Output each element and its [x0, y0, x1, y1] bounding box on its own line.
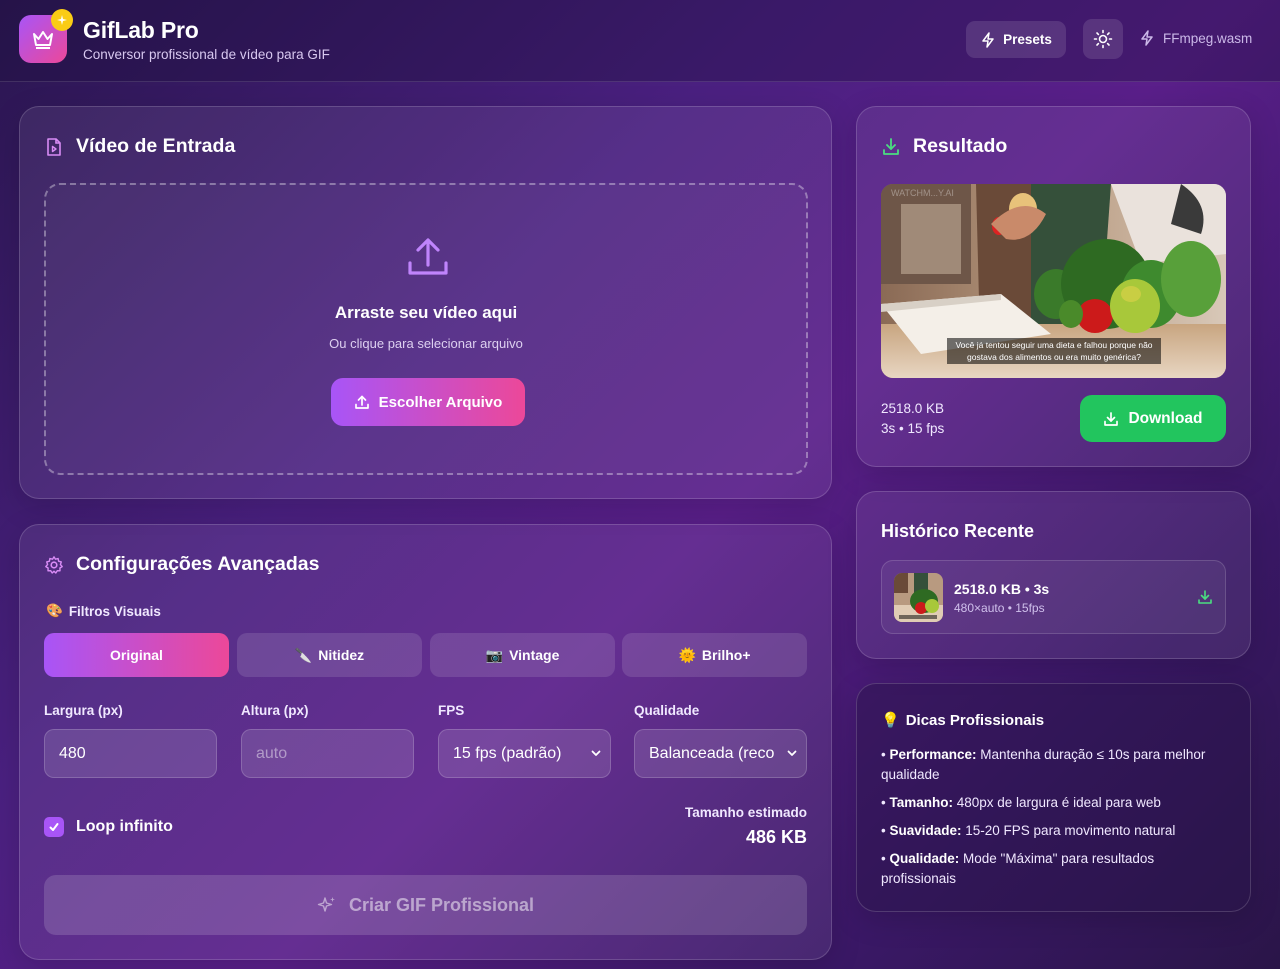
filter-vintage-button[interactable]: 📷 Vintage	[430, 633, 615, 677]
history-card: Histórico Recente 2518.0 KB • 3s 480×aut…	[856, 491, 1251, 659]
estimated-size-label: Tamanho estimado	[684, 805, 807, 820]
input-card-title: Vídeo de Entrada	[44, 135, 235, 158]
quality-select[interactable]: Balanceada (reco	[634, 729, 807, 778]
choose-file-button[interactable]: Escolher Arquivo	[331, 378, 525, 426]
sparkle-badge-icon	[51, 9, 73, 31]
loop-checkbox[interactable]	[44, 817, 64, 837]
dropzone-title: Arraste seu vídeo aqui	[334, 303, 518, 322]
result-card: Resultado WATCHM...Y.AI Você já tentou s…	[856, 106, 1251, 467]
result-info: 3s • 15 fps	[881, 421, 945, 436]
engine-label: FFmpeg.wasm	[1163, 30, 1253, 46]
width-input[interactable]: 480	[44, 729, 217, 778]
fps-select[interactable]: 15 fps (padrão)	[438, 729, 611, 778]
history-card-title: Histórico Recente	[881, 521, 1035, 541]
dropzone-subtitle: Ou clique para selecionar arquivo	[329, 336, 523, 351]
quality-label: Qualidade	[634, 703, 700, 718]
settings-card-title: Configurações Avançadas	[44, 553, 319, 576]
tips-list: • Performance: Mantenha duração ≤ 10s pa…	[881, 745, 1226, 897]
tip-item: • Qualidade: Mode "Máxima" para resultad…	[881, 851, 1155, 886]
height-label: Altura (px)	[241, 703, 309, 718]
sun-emoji-icon: 🌞	[678, 646, 696, 663]
app-subtitle: Conversor profissional de vídeo para GIF	[83, 47, 330, 62]
download-button[interactable]: Download	[1080, 395, 1226, 442]
gif-preview-image: WATCHM...Y.AI Você já tentou seguir uma …	[881, 184, 1226, 378]
width-label: Largura (px)	[44, 703, 123, 718]
input-video-card: Vídeo de Entrada Arraste seu vídeo aqui …	[19, 106, 832, 499]
app-logo	[19, 9, 73, 63]
sparkles-icon	[317, 897, 335, 912]
history-item[interactable]: 2518.0 KB • 3s 480×auto • 15fps	[881, 560, 1226, 634]
palette-icon: 🎨	[46, 603, 63, 618]
tip-item: • Tamanho: 480px de largura é ideal para…	[881, 795, 1161, 810]
presets-label: Presets	[1003, 32, 1052, 47]
fps-label: FPS	[438, 703, 465, 718]
download-icon	[883, 137, 899, 155]
lightning-icon	[982, 31, 994, 48]
result-size: 2518.0 KB	[881, 401, 945, 416]
app-title: GifLab Pro	[83, 17, 199, 43]
filter-brightness-button[interactable]: 🌞 Brilho+	[622, 633, 807, 677]
gear-icon	[45, 555, 63, 574]
chevron-down-icon	[591, 750, 601, 756]
caption-line-2: gostava dos alimentos ou era muito genér…	[967, 352, 1141, 362]
presets-button[interactable]: Presets	[966, 21, 1066, 58]
lightning-icon	[1141, 30, 1153, 46]
caption-line-1: Você já tentou seguir uma dieta e falhou…	[955, 340, 1152, 350]
upload-icon	[408, 238, 448, 275]
upload-icon	[354, 395, 369, 409]
sun-icon	[1093, 29, 1113, 49]
history-item-title: 2518.0 KB • 3s	[954, 581, 1050, 597]
knife-icon: 🔪	[294, 646, 313, 663]
download-icon	[1104, 411, 1119, 426]
height-input[interactable]: auto	[241, 729, 414, 778]
create-gif-button[interactable]: Criar GIF Profissional	[44, 875, 807, 935]
loop-label: Loop infinito	[76, 818, 173, 835]
tip-item: • Suavidade: 15-20 FPS para movimento na…	[881, 823, 1176, 838]
check-icon	[49, 823, 59, 831]
engine-status: FFmpeg.wasm	[1139, 30, 1252, 46]
filter-sharpness-button[interactable]: 🔪 Nitidez	[237, 633, 422, 677]
app-header: GifLab Pro Conversor profissional de víd…	[0, 0, 1280, 82]
history-thumbnail	[894, 573, 943, 622]
result-card-title: Resultado	[881, 135, 1007, 158]
tips-card: 💡 Dicas Profissionais • Performance: Man…	[856, 683, 1251, 912]
settings-card: Configurações Avançadas 🎨 Filtros Visuai…	[19, 524, 832, 960]
lightbulb-icon: 💡	[881, 712, 900, 729]
tip-item: • Performance: Mantenha duração ≤ 10s pa…	[881, 747, 1206, 782]
watermark-text: WATCHM...Y.AI	[891, 188, 954, 198]
filter-original-button[interactable]: Original	[44, 633, 229, 677]
video-dropzone[interactable]: Arraste seu vídeo aqui Ou clique para se…	[44, 183, 808, 475]
history-item-subtitle: 480×auto • 15fps	[954, 601, 1045, 615]
tips-title: 💡 Dicas Profissionais	[881, 711, 1045, 730]
filters-label: 🎨 Filtros Visuais	[46, 603, 161, 619]
camera-icon: 📷	[485, 646, 504, 663]
estimated-size-value: 486 KB	[745, 827, 807, 847]
history-download-icon[interactable]	[1197, 589, 1213, 610]
theme-toggle-button[interactable]	[1083, 19, 1123, 59]
video-file-icon	[47, 137, 61, 156]
chevron-down-icon	[787, 750, 797, 756]
crown-icon	[33, 31, 53, 49]
